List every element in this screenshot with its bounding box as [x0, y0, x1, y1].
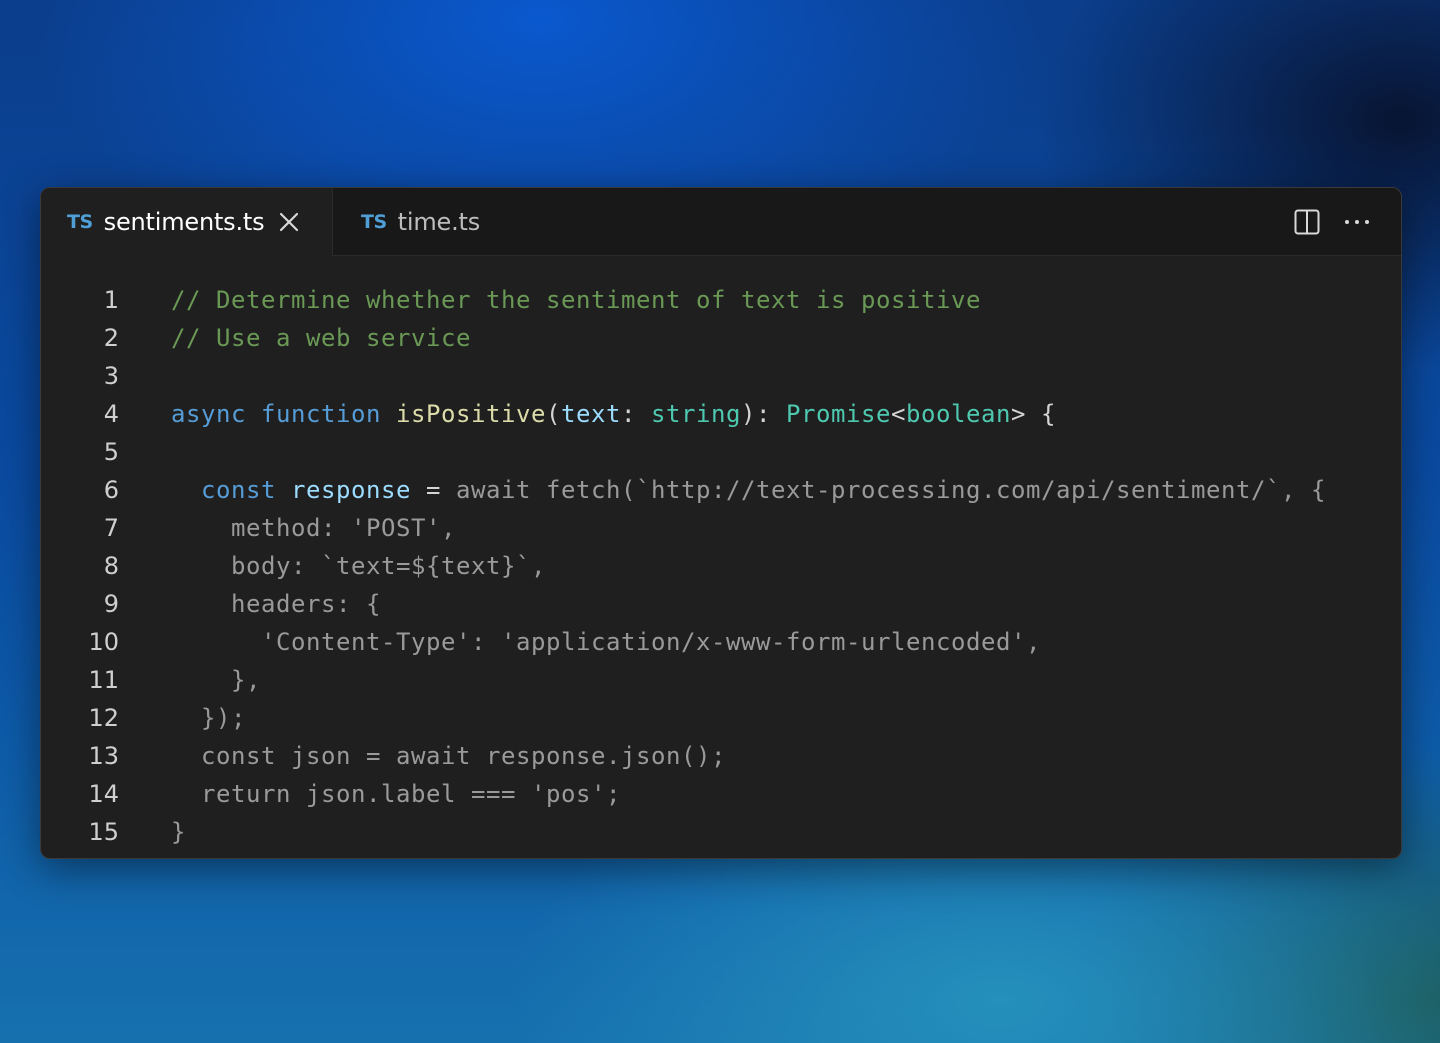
typescript-file-icon: TS	[361, 211, 387, 233]
code-text: }	[171, 818, 186, 846]
line-number: 9	[103, 590, 119, 618]
code-text: 'Content-Type': 'application/x-www-form-…	[171, 628, 1041, 656]
editor-actions	[1293, 208, 1371, 236]
type-boolean: boolean	[906, 400, 1011, 428]
split-editor-icon[interactable]	[1293, 208, 1321, 236]
tab-bar: TS sentiments.ts TS time.ts	[41, 188, 1401, 256]
code-text: const json = await response.json();	[171, 742, 726, 770]
line-number: 11	[88, 666, 119, 694]
code-line: 7 method: 'POST',	[41, 509, 1401, 547]
close-paren: ):	[741, 400, 786, 428]
fetch-call: await fetch(`http://text-processing.com/…	[456, 476, 1326, 504]
keyword-async: async	[171, 400, 246, 428]
code-line: 12 });	[41, 699, 1401, 737]
function-signature: async function isPositive(text: string):…	[171, 400, 1056, 428]
line-number: 10	[88, 628, 119, 656]
code-text: method: 'POST',	[171, 514, 456, 542]
const-response-statement: const response = await fetch(`http://tex…	[171, 476, 1326, 504]
function-name: isPositive	[396, 400, 546, 428]
type-string: string	[651, 400, 741, 428]
type-colon: :	[621, 400, 651, 428]
code-area[interactable]: 1 // Determine whether the sentiment of …	[41, 281, 1401, 851]
type-promise: Promise	[786, 400, 891, 428]
tab-sentiments-ts[interactable]: TS sentiments.ts	[41, 188, 333, 256]
code-line: 1 // Determine whether the sentiment of …	[41, 281, 1401, 319]
line-number: 6	[103, 476, 119, 504]
code-text: return json.label === 'pos';	[171, 780, 621, 808]
line-number: 8	[103, 552, 119, 580]
code-comment: // Determine whether the sentiment of te…	[171, 286, 981, 314]
tab-label: time.ts	[397, 208, 481, 236]
tab-label: sentiments.ts	[103, 208, 265, 236]
keyword-function: function	[261, 400, 381, 428]
code-line: 2 // Use a web service	[41, 319, 1401, 357]
line-number: 1	[103, 286, 119, 314]
variable-response: response	[291, 476, 411, 504]
line-number: 3	[103, 362, 119, 390]
code-line: 6 const response = await fetch(`http://t…	[41, 471, 1401, 509]
code-editor-window: TS sentiments.ts TS time.ts 1 // Determi…	[40, 187, 1402, 859]
code-text: },	[171, 666, 261, 694]
code-line: 13 const json = await response.json();	[41, 737, 1401, 775]
code-line: 5	[41, 433, 1401, 471]
code-line: 11 },	[41, 661, 1401, 699]
open-paren: (	[546, 400, 561, 428]
tab-time-ts[interactable]: TS time.ts	[333, 188, 533, 256]
line-number: 7	[103, 514, 119, 542]
line-number: 14	[88, 780, 119, 808]
line-number: 2	[103, 324, 119, 352]
code-line: 3	[41, 357, 1401, 395]
code-text: headers: {	[171, 590, 381, 618]
code-line: 15 }	[41, 813, 1401, 851]
code-line: 8 body: `text=${text}`,	[41, 547, 1401, 585]
parameter-name: text	[561, 400, 621, 428]
code-line: 9 headers: {	[41, 585, 1401, 623]
code-line: 4 async function isPositive(text: string…	[41, 395, 1401, 433]
typescript-file-icon: TS	[67, 211, 93, 233]
assign-operator: =	[411, 476, 456, 504]
more-actions-icon[interactable]	[1343, 208, 1371, 236]
code-text: body: `text=${text}`,	[171, 552, 546, 580]
code-text: });	[171, 704, 246, 732]
line-number: 5	[103, 438, 119, 466]
close-icon[interactable]	[278, 211, 300, 233]
code-comment: // Use a web service	[171, 324, 471, 352]
line-number: 13	[88, 742, 119, 770]
generic-open: <	[891, 400, 906, 428]
generic-close-brace: > {	[1011, 400, 1056, 428]
line-number: 4	[103, 400, 119, 428]
keyword-const: const	[201, 476, 276, 504]
line-number: 15	[88, 818, 119, 846]
line-number: 12	[88, 704, 119, 732]
code-line: 14 return json.label === 'pos';	[41, 775, 1401, 813]
code-line: 10 'Content-Type': 'application/x-www-fo…	[41, 623, 1401, 661]
